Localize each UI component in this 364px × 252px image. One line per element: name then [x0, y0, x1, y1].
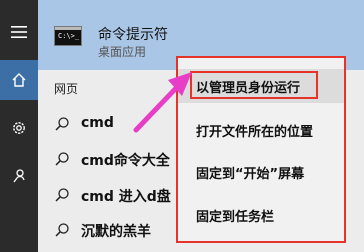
result-text: cmd 进入d盘 — [81, 189, 171, 205]
result-text: cmd命令大全 — [81, 153, 170, 169]
result-text: cmd — [81, 115, 114, 131]
menu-item-pin-to-taskbar[interactable]: 固定到任务栏 — [178, 198, 344, 232]
app-type: 桌面应用 — [98, 45, 147, 59]
search-icon — [55, 188, 69, 202]
search-icon — [55, 117, 69, 131]
result-text: 沉默的羔羊 — [81, 224, 151, 240]
menu-item-run-as-admin[interactable]: 以管理员身份运行 — [178, 69, 344, 103]
home-button[interactable] — [0, 60, 38, 100]
search-icon — [55, 223, 69, 237]
hamburger-icon — [11, 26, 27, 38]
menu-item-label: 打开文件所在的位置 — [196, 124, 314, 140]
highlight-box — [190, 71, 318, 99]
menu-item-pin-to-start[interactable]: 固定到“开始”屏幕 — [178, 155, 344, 189]
search-icon — [55, 152, 69, 166]
menu-item-label: 固定到“开始”屏幕 — [196, 166, 305, 182]
menu-item-open-file-location[interactable]: 打开文件所在的位置 — [178, 113, 344, 147]
feedback-icon — [13, 169, 25, 183]
settings-icon — [13, 122, 25, 134]
app-name: 命令提示符 — [98, 27, 168, 43]
feedback-button[interactable] — [0, 156, 38, 196]
menu-button[interactable] — [0, 12, 38, 52]
section-label-web: 网页 — [54, 82, 79, 96]
home-icon — [12, 73, 26, 87]
menu-item-label: 固定到任务栏 — [196, 209, 275, 225]
sidebar — [0, 0, 38, 252]
command-prompt-icon: C:\>_ — [54, 26, 82, 46]
pointer-arrow — [133, 72, 192, 133]
settings-button[interactable] — [0, 108, 38, 148]
